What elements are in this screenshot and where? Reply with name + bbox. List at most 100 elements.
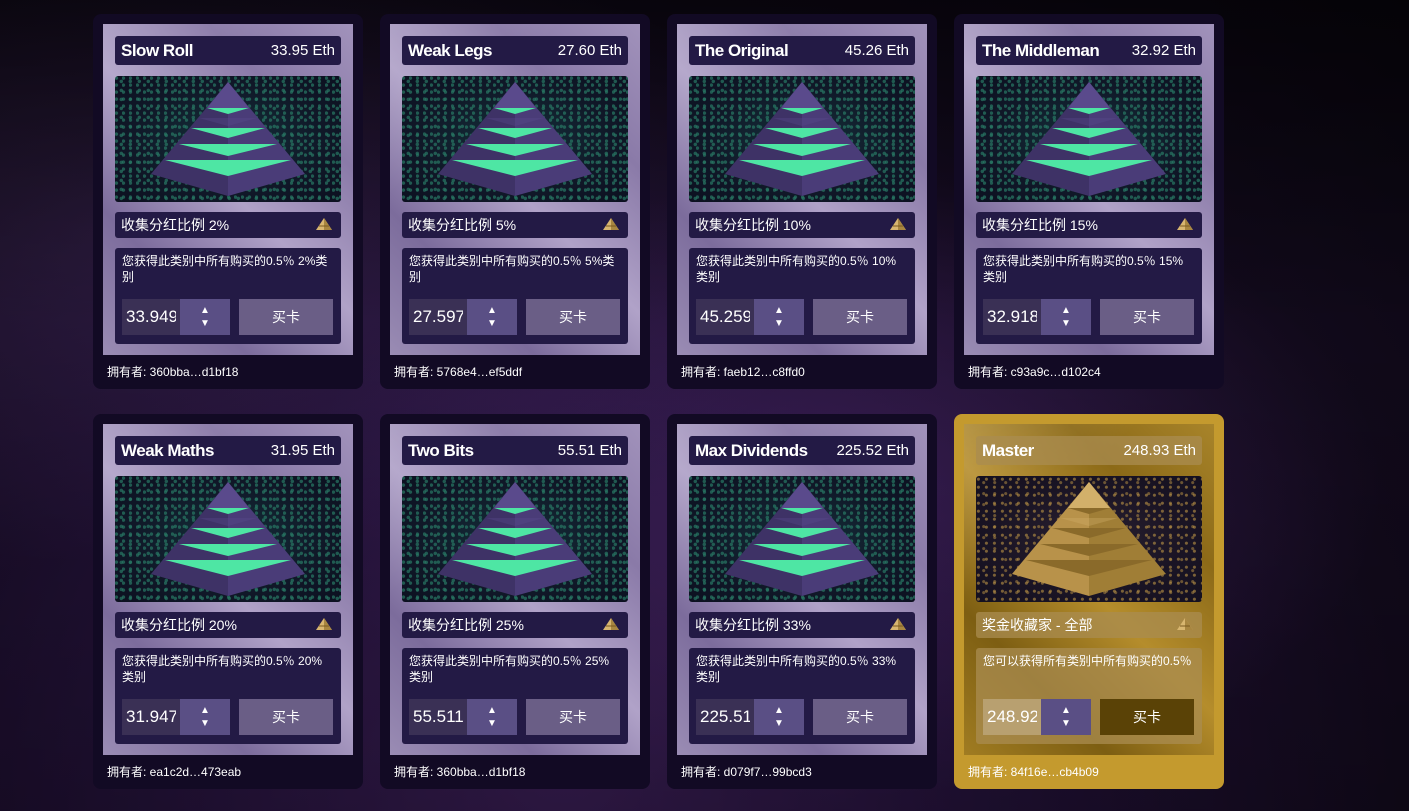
price-stepper[interactable]: ▲ ▼ <box>180 699 230 735</box>
card-art <box>115 76 341 202</box>
price-input[interactable] <box>983 699 1041 735</box>
card-face: Slow Roll 33.95 Eth 收集分红比例 2% 您获得此类别中所有购买的0… <box>103 24 353 355</box>
card-face: Max Dividends 225.52 Eth 收集分红比例 33% 您获得此类别中… <box>677 424 927 755</box>
purchase-controls: ▲▼买卡 <box>409 299 620 335</box>
purchase-controls: ▲▼买卡 <box>696 299 907 335</box>
price-stepper[interactable]: ▲ ▼ <box>467 699 517 735</box>
buy-card-button[interactable]: 买卡 <box>1100 699 1194 735</box>
buy-card-button[interactable]: 买卡 <box>239 699 333 735</box>
card-description: 您获得此类别中所有购买的0.5％ 25%类别 <box>409 654 610 684</box>
card-art <box>689 476 915 602</box>
card-name: Weak Maths <box>121 440 214 460</box>
card-price: 33.95 Eth <box>270 42 335 59</box>
chevron-down-icon[interactable]: ▼ <box>1061 717 1071 730</box>
chevron-up-icon[interactable]: ▲ <box>200 304 210 317</box>
card-two-bits: Two Bits 55.51 Eth 收集分红比例 25% 您获得此类别中所有购买的0… <box>380 414 650 789</box>
chevron-up-icon[interactable]: ▲ <box>1061 704 1071 717</box>
card-name: Weak Legs <box>408 40 493 60</box>
dividend-rate-bar: 收集分红比例 25% <box>402 612 628 638</box>
purchase-controls: ▲▼买卡 <box>983 299 1194 335</box>
chevron-down-icon[interactable]: ▼ <box>200 317 210 330</box>
card-title-bar: Master 248.93 Eth <box>976 436 1202 465</box>
dividend-rate: 收集分红比例 2% <box>121 217 230 233</box>
price-stepper[interactable]: ▲ ▼ <box>754 299 804 335</box>
card-name: Two Bits <box>408 440 474 460</box>
buy-card-button[interactable]: 买卡 <box>1100 299 1194 335</box>
card-description: 您获得此类别中所有购买的0.5％ 33%类别 <box>696 654 897 684</box>
card-owner: 拥有者: 360bba…d1bf18 <box>394 765 526 779</box>
card-title-bar: Slow Roll 33.95 Eth <box>115 36 341 65</box>
dividend-rate-bar: 收集分红比例 20% <box>115 612 341 638</box>
chevron-up-icon[interactable]: ▲ <box>487 704 497 717</box>
chevron-up-icon[interactable]: ▲ <box>487 304 497 317</box>
price-input[interactable] <box>122 699 180 735</box>
card-price: 31.95 Eth <box>270 442 335 459</box>
purchase-controls: ▲▼买卡 <box>696 699 907 735</box>
card-description-box: 您获得此类别中所有购买的0.5％ 15%类别▲▼买卡 <box>976 248 1202 344</box>
card-owner: 拥有者: 84f16e…cb4b09 <box>968 765 1099 779</box>
price-input[interactable] <box>409 299 467 335</box>
price-stepper[interactable]: ▲ ▼ <box>180 299 230 335</box>
buy-card-button[interactable]: 买卡 <box>239 299 333 335</box>
dividend-rate: 收集分红比例 33% <box>695 617 811 633</box>
card-art <box>689 76 915 202</box>
buy-card-button[interactable]: 买卡 <box>813 299 907 335</box>
chevron-down-icon[interactable]: ▼ <box>487 317 497 330</box>
chevron-down-icon[interactable]: ▼ <box>774 317 784 330</box>
dividend-rate-bar: 收集分红比例 2% <box>115 212 341 238</box>
price-stepper[interactable]: ▲ ▼ <box>1041 299 1091 335</box>
pyramid-icon <box>315 217 333 234</box>
price-input[interactable] <box>983 299 1041 335</box>
pyramid-icon <box>1176 617 1194 634</box>
card-title-bar: Weak Legs 27.60 Eth <box>402 36 628 65</box>
purchase-controls: ▲▼买卡 <box>983 699 1194 735</box>
card-name: Max Dividends <box>695 440 808 460</box>
price-input[interactable] <box>696 699 754 735</box>
chevron-down-icon[interactable]: ▼ <box>200 717 210 730</box>
buy-card-button[interactable]: 买卡 <box>526 299 620 335</box>
card-description-box: 您获得此类别中所有购买的0.5％ 2%类别▲▼买卡 <box>115 248 341 344</box>
chevron-down-icon[interactable]: ▼ <box>1061 317 1071 330</box>
card-face: Weak Maths 31.95 Eth 收集分红比例 20% 您获得此类别中所有购买… <box>103 424 353 755</box>
price-stepper[interactable]: ▲ ▼ <box>467 299 517 335</box>
card-face: The Original 45.26 Eth 收集分红比例 10% 您获得此类别中所有… <box>677 24 927 355</box>
price-input[interactable] <box>122 299 180 335</box>
chevron-up-icon[interactable]: ▲ <box>774 304 784 317</box>
card-name: The Original <box>695 40 789 60</box>
purchase-controls: ▲▼买卡 <box>122 299 333 335</box>
dividend-rate-bar: 收集分红比例 15% <box>976 212 1202 238</box>
price-stepper[interactable]: ▲ ▼ <box>1041 699 1091 735</box>
chevron-down-icon[interactable]: ▼ <box>774 717 784 730</box>
chevron-up-icon[interactable]: ▲ <box>1061 304 1071 317</box>
card-price: 45.26 Eth <box>844 42 909 59</box>
card-price: 225.52 Eth <box>836 442 909 459</box>
buy-card-button[interactable]: 买卡 <box>813 699 907 735</box>
dividend-rate: 收集分红比例 5% <box>408 217 517 233</box>
chevron-up-icon[interactable]: ▲ <box>200 704 210 717</box>
dividend-rate: 收集分红比例 25% <box>408 617 524 633</box>
card-owner: 拥有者: d079f7…99bcd3 <box>681 765 812 779</box>
card-description: 您获得此类别中所有购买的0.5％ 10%类别 <box>696 254 897 284</box>
card-the-original: The Original 45.26 Eth 收集分红比例 10% 您获得此类别中所有… <box>667 14 937 389</box>
chevron-down-icon[interactable]: ▼ <box>487 717 497 730</box>
price-input[interactable] <box>696 299 754 335</box>
dividend-rate: 收集分红比例 15% <box>982 217 1098 233</box>
purchase-controls: ▲▼买卡 <box>409 699 620 735</box>
card-title-bar: The Original 45.26 Eth <box>689 36 915 65</box>
card-face: The Middleman 32.92 Eth 收集分红比例 15% 您获得此类别中所… <box>964 24 1214 355</box>
buy-card-button[interactable]: 买卡 <box>526 699 620 735</box>
card-price: 27.60 Eth <box>557 42 622 59</box>
card-art <box>976 476 1202 602</box>
chevron-up-icon[interactable]: ▲ <box>774 704 784 717</box>
card-description: 您获得此类别中所有购买的0.5％ 5%类别 <box>409 254 615 284</box>
card-weak-maths: Weak Maths 31.95 Eth 收集分红比例 20% 您获得此类别中所有购买… <box>93 414 363 789</box>
dividend-rate: 收集分红比例 10% <box>695 217 811 233</box>
card-face: Master 248.93 Eth 奖金收藏家 - 全部 您可以获得所有类别中所有购买… <box>964 424 1214 755</box>
price-stepper[interactable]: ▲ ▼ <box>754 699 804 735</box>
card-title-bar: The Middleman 32.92 Eth <box>976 36 1202 65</box>
card-face: Weak Legs 27.60 Eth 收集分红比例 5% 您获得此类别中所有购买的0… <box>390 24 640 355</box>
card-title-bar: Max Dividends 225.52 Eth <box>689 436 915 465</box>
card-the-middleman: The Middleman 32.92 Eth 收集分红比例 15% 您获得此类别中所… <box>954 14 1224 389</box>
pyramid-icon <box>1176 217 1194 234</box>
price-input[interactable] <box>409 699 467 735</box>
